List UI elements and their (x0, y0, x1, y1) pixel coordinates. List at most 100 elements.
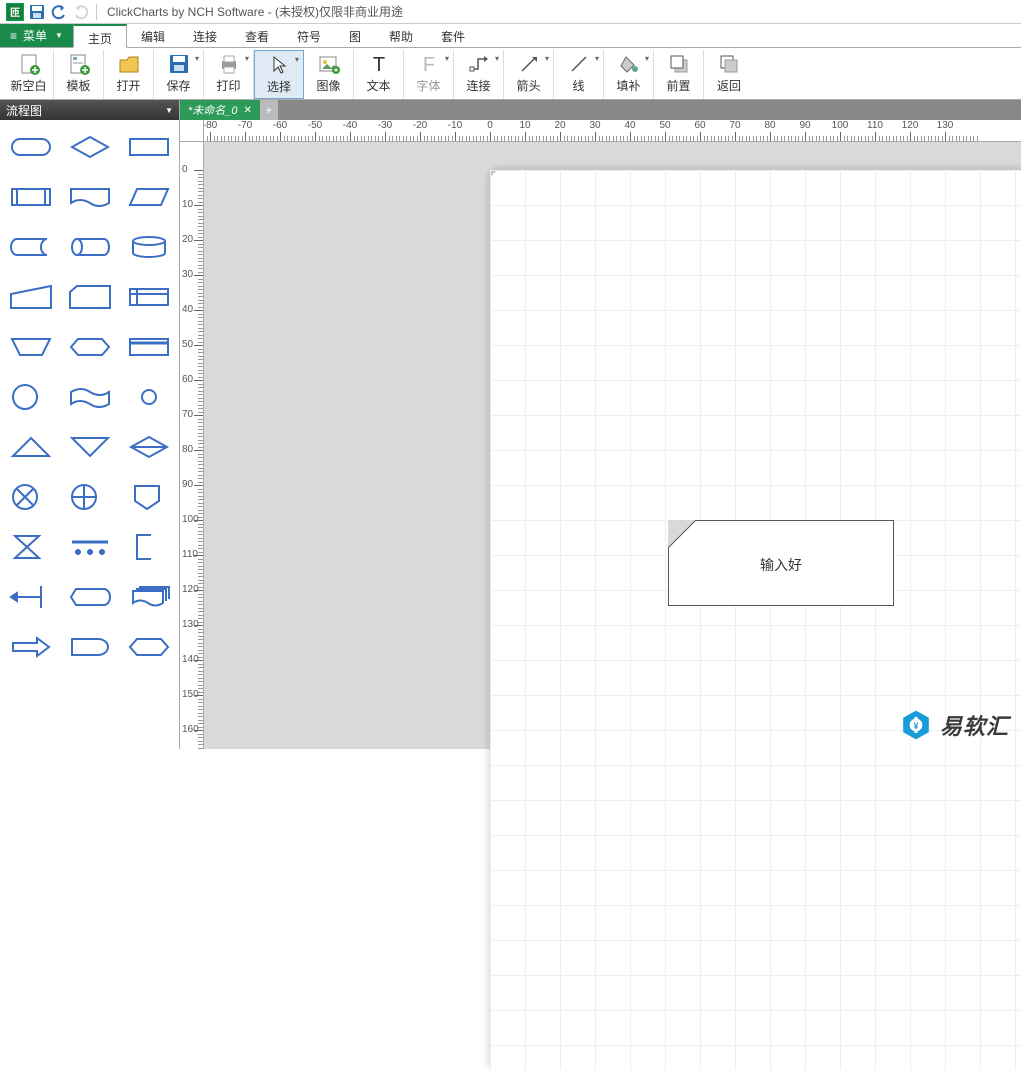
app-icon: 匝 (6, 3, 24, 21)
ribbon-label: 箭头 (516, 77, 540, 94)
shape-preparation[interactable] (61, 326, 118, 368)
shape-card2[interactable] (120, 326, 177, 368)
save-icon[interactable] (28, 3, 46, 21)
hamburger-icon: ≡ (10, 29, 17, 43)
shape-collate[interactable] (2, 526, 59, 568)
open-icon (117, 52, 141, 76)
shapes-panel-header[interactable]: 流程图 ▼ (0, 100, 179, 120)
ribbon-text[interactable]: T 文本 (354, 50, 404, 99)
shape-multidoc[interactable] (120, 576, 177, 618)
ribbon-print[interactable]: ▾ 打印 (204, 50, 254, 99)
canvas-area[interactable]: -90-80-70-60-50-40-30-20-100102030405060… (180, 120, 1021, 749)
new-blank-icon (17, 52, 41, 76)
ribbon-label: 填补 (616, 77, 640, 94)
canvas-shape-card[interactable]: 输入好 (668, 520, 894, 606)
connector-icon (467, 52, 491, 76)
line-icon (567, 52, 591, 76)
new-tab-button[interactable]: + (260, 100, 278, 120)
shape-stored-data[interactable] (2, 226, 59, 268)
shape-manual-op[interactable] (2, 326, 59, 368)
ribbon-front[interactable]: 前置 (654, 50, 704, 99)
ribbon-label: 模板 (66, 77, 90, 94)
ruler-corner (180, 120, 204, 142)
shape-offpage[interactable] (120, 476, 177, 518)
chevron-down-icon: ▾ (645, 54, 649, 63)
shape-terminator[interactable] (2, 126, 59, 168)
window-title: ClickCharts by NCH Software - (未授权)仅限非商业… (107, 3, 403, 20)
menu-tabs-row: ≡ 菜单 ▼ 主页 编辑 连接 查看 符号 图 帮助 套件 (0, 24, 1021, 48)
shape-manual-input[interactable] (2, 276, 59, 318)
ribbon-save[interactable]: ▾ 保存 (154, 50, 204, 99)
save-icon (167, 52, 191, 76)
ribbon-fill[interactable]: ▾ 填补 (604, 50, 654, 99)
shape-internal-storage[interactable] (120, 276, 177, 318)
cursor-icon (267, 53, 291, 77)
ribbon-connect[interactable]: ▾ 连接 (454, 50, 504, 99)
ribbon-toolbar: 新空白 模板 打开 ▾ 保存 ▾ 打印 ▾ 选择 图像 T 文本 ▾ F 字体 … (0, 48, 1021, 100)
shape-decision[interactable] (61, 126, 118, 168)
redo-icon[interactable] (72, 3, 90, 21)
tab-diagram[interactable]: 图 (335, 24, 375, 47)
shape-merge[interactable] (61, 426, 118, 468)
ribbon-back[interactable]: 返回 (704, 50, 754, 99)
watermark-text: 易软汇 (940, 709, 1009, 741)
ribbon-label: 图像 (316, 77, 340, 94)
shape-small-circle[interactable] (120, 376, 177, 418)
document-tab-strip: *未命名_0 ✕ + (180, 100, 1021, 120)
shape-sort[interactable] (120, 426, 177, 468)
image-icon (317, 52, 341, 76)
shape-summing[interactable] (2, 476, 59, 518)
shape-tape[interactable] (61, 376, 118, 418)
shape-delay-dots[interactable] (61, 526, 118, 568)
tab-home[interactable]: 主页 (73, 24, 127, 48)
tab-suite[interactable]: 套件 (427, 24, 479, 47)
shape-or[interactable] (61, 476, 118, 518)
ribbon-label: 打印 (216, 77, 240, 94)
font-icon: F (417, 52, 441, 76)
shape-connector[interactable] (2, 376, 59, 418)
shape-data[interactable] (120, 176, 177, 218)
shape-direct-data[interactable] (61, 226, 118, 268)
ribbon-label: 选择 (267, 78, 291, 95)
tab-view[interactable]: 查看 (231, 24, 283, 47)
ribbon-label: 线 (572, 77, 584, 94)
shape-predefined[interactable] (2, 176, 59, 218)
shape-delay[interactable] (61, 626, 118, 668)
ribbon-template[interactable]: 模板 (54, 50, 104, 99)
shape-card[interactable] (61, 276, 118, 318)
ribbon-select[interactable]: ▾ 选择 (254, 50, 304, 99)
shape-loop[interactable] (120, 626, 177, 668)
fill-icon (617, 52, 641, 76)
drawing-page[interactable]: 输入好 (490, 170, 1021, 1070)
tab-edit[interactable]: 编辑 (127, 24, 179, 47)
chevron-down-icon: ▾ (545, 54, 549, 63)
ribbon-line[interactable]: ▾ 线 (554, 50, 604, 99)
shape-database[interactable] (120, 226, 177, 268)
document-tab[interactable]: *未命名_0 ✕ (180, 100, 260, 120)
shape-display[interactable] (61, 576, 118, 618)
ribbon-open[interactable]: 打开 (104, 50, 154, 99)
shapes-panel: 流程图 ▼ (0, 100, 180, 749)
shape-process[interactable] (120, 126, 177, 168)
ribbon-label: 打开 (116, 77, 140, 94)
text-icon: T (367, 52, 391, 76)
ribbon-label: 前置 (666, 77, 690, 94)
watermark: ¥ 易软汇 (900, 709, 1009, 741)
shape-bracket[interactable] (120, 526, 177, 568)
shape-document[interactable] (61, 176, 118, 218)
tab-connect[interactable]: 连接 (179, 24, 231, 47)
ribbon-font[interactable]: ▾ F 字体 (404, 50, 454, 99)
ribbon-label: 保存 (166, 77, 190, 94)
main-menu-button[interactable]: ≡ 菜单 ▼ (0, 24, 73, 47)
undo-icon[interactable] (50, 3, 68, 21)
shape-arrow-right[interactable] (2, 626, 59, 668)
ribbon-image[interactable]: 图像 (304, 50, 354, 99)
ribbon-arrow[interactable]: ▾ 箭头 (504, 50, 554, 99)
tab-symbol[interactable]: 符号 (283, 24, 335, 47)
shape-transfer[interactable] (2, 576, 59, 618)
close-icon[interactable]: ✕ (244, 105, 252, 116)
ribbon-new-blank[interactable]: 新空白 (4, 50, 54, 99)
tab-help[interactable]: 帮助 (375, 24, 427, 47)
shape-extract[interactable] (2, 426, 59, 468)
chevron-down-icon: ▾ (295, 55, 299, 64)
